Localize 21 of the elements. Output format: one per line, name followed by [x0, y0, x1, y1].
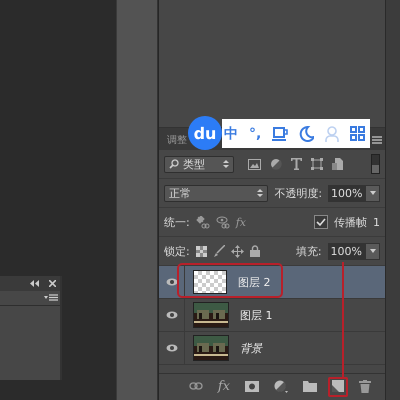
- fill-label: 填充:: [296, 244, 322, 258]
- propagate-label: 传播帧: [334, 214, 367, 230]
- fx-button[interactable]: fx: [218, 378, 230, 394]
- layer-name: 图层 2: [238, 274, 270, 290]
- fill-field[interactable]: 100%: [328, 242, 365, 260]
- layer-name: 背景: [240, 340, 262, 356]
- frame-count: 1: [373, 216, 380, 228]
- opacity-label: 不透明度:: [274, 186, 322, 200]
- layer-row[interactable]: 图层 2: [159, 266, 385, 299]
- opacity-field[interactable]: 100%: [328, 184, 366, 202]
- blend-mode-select[interactable]: 正常: [164, 184, 268, 202]
- filter-select[interactable]: 类型: [164, 156, 234, 172]
- lock-label: 锁定:: [164, 244, 190, 258]
- layer-name: 图层 1: [240, 308, 272, 322]
- ime-button[interactable]: 中: [224, 124, 238, 142]
- unify-label: 统一:: [164, 214, 190, 230]
- ime-button[interactable]: °,: [249, 126, 262, 142]
- panel-tab[interactable]: 调整: [163, 133, 191, 150]
- layer-row[interactable]: 图层 1: [159, 299, 385, 332]
- style-link-icon[interactable]: fx: [236, 216, 246, 228]
- layer-row[interactable]: 背景: [159, 332, 385, 365]
